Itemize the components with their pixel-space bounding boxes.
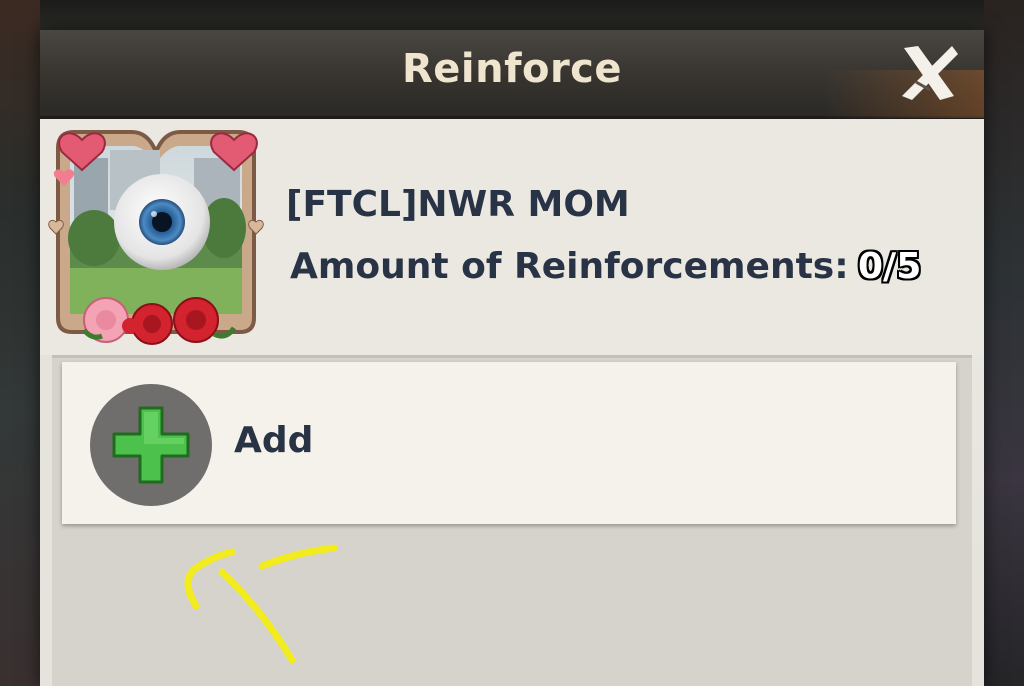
reinforcements-count: 0/5 bbox=[858, 246, 922, 287]
player-avatar[interactable] bbox=[44, 118, 264, 345]
game-background-right bbox=[984, 0, 1024, 686]
add-label: Add bbox=[234, 420, 314, 461]
add-circle bbox=[90, 384, 212, 506]
player-name: [FTCL]NWR MOM bbox=[286, 184, 630, 225]
game-background-top bbox=[0, 0, 1024, 30]
close-x-icon bbox=[902, 46, 958, 100]
dialog-title: Reinforce bbox=[401, 46, 623, 92]
eyeball-portrait-heart-frame-icon bbox=[48, 130, 264, 345]
close-button[interactable] bbox=[896, 42, 962, 104]
reinforcements-label: Amount of Reinforcements: bbox=[290, 246, 849, 287]
add-reinforcement-button[interactable]: Add bbox=[62, 362, 956, 524]
game-background-left bbox=[0, 0, 40, 686]
dialog-header: Reinforce bbox=[40, 30, 984, 119]
plus-icon bbox=[112, 406, 190, 484]
